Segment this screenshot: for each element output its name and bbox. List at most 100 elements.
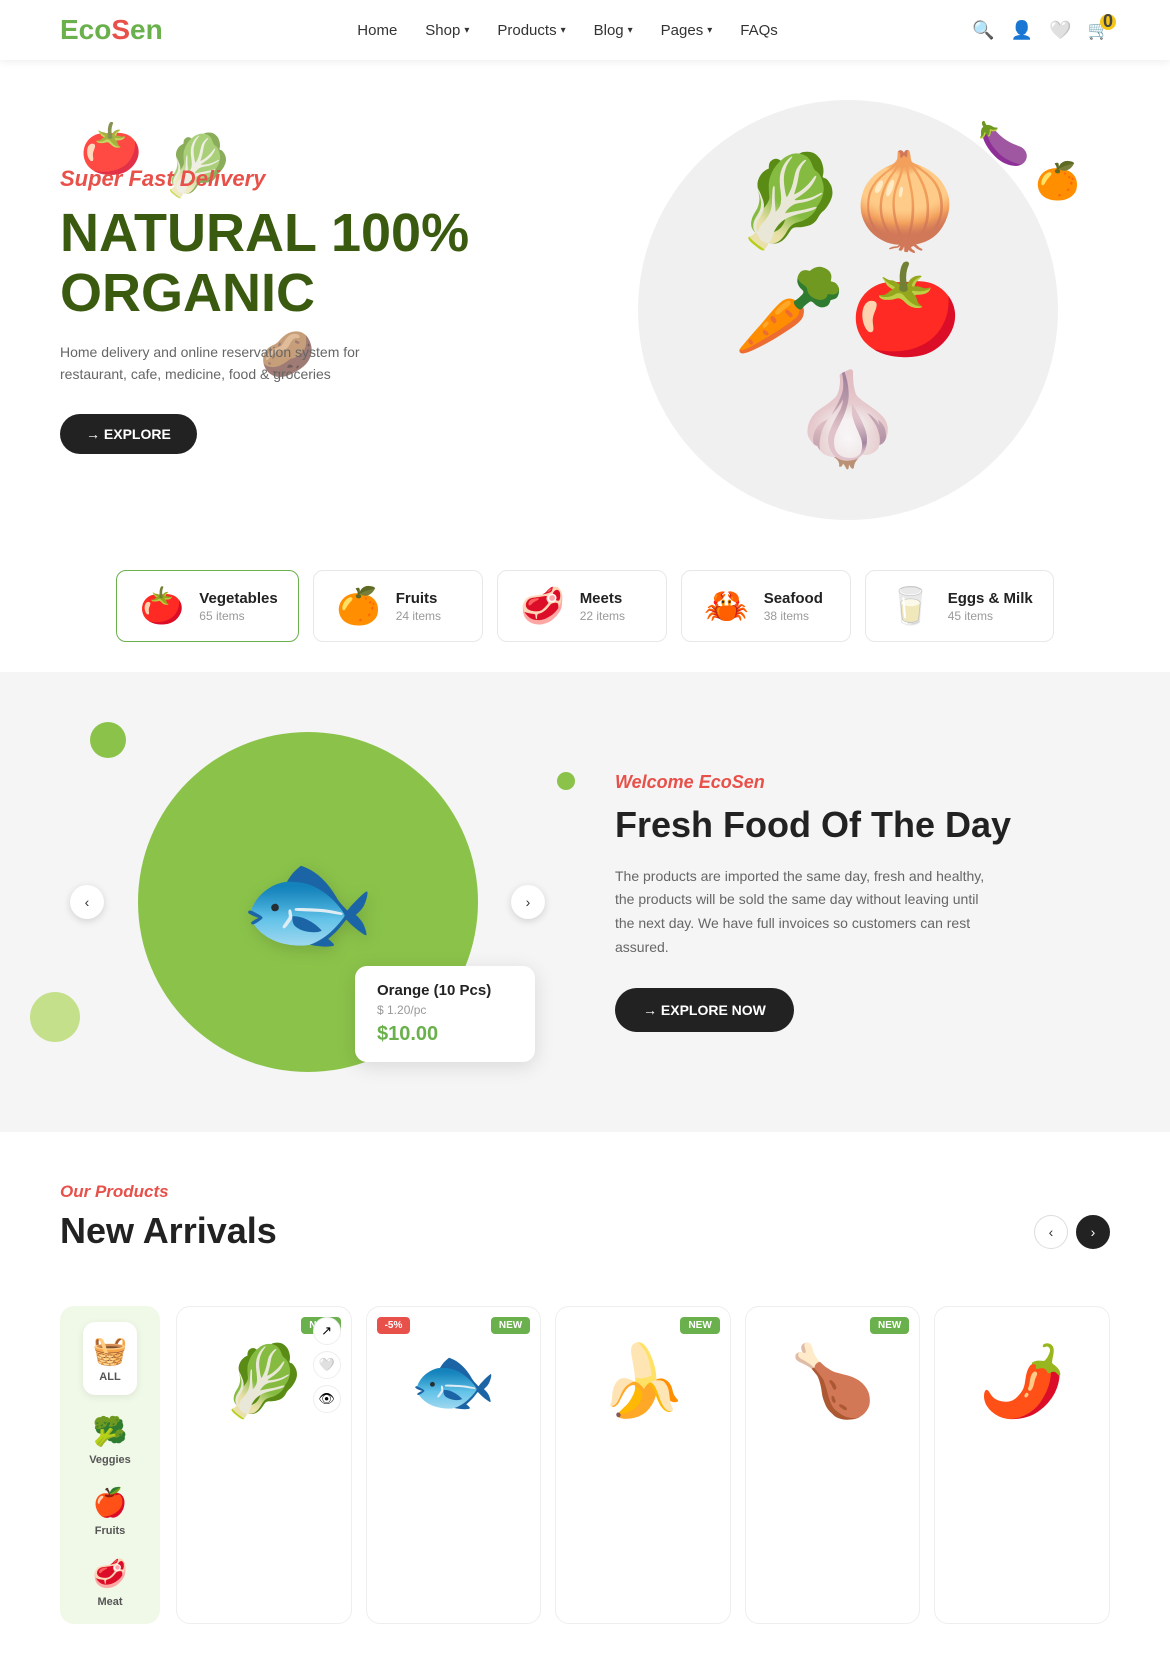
explore-now-button[interactable]: → EXPLORE NOW [615, 988, 794, 1032]
bokchoy-view-button[interactable]: 👁 [313, 1385, 341, 1413]
filter-fruits[interactable]: 🍎 Fruits [93, 1486, 128, 1537]
eggs-milk-info: Eggs & Milk 45 items [948, 590, 1033, 623]
sidebar-filter: 🧺 ALL 🥦 Veggies 🍎 Fruits 🥩 Meat [60, 1306, 160, 1624]
filter-veggies-icon: 🥦 [93, 1415, 128, 1448]
salmon-sale-badge: -5% [377, 1317, 411, 1334]
hero-section: Super Fast Delivery NATURAL 100% ORGANIC… [0, 60, 1170, 540]
nav-pages[interactable]: Pages ▾ [661, 22, 713, 39]
fresh-fish-icon: 🐟 [239, 838, 376, 967]
arrivals-title-group: Our Products New Arrivals [60, 1182, 277, 1282]
fruits-info: Fruits 24 items [396, 590, 441, 623]
product-card-salmon: -5% NEW 🐟 [366, 1306, 542, 1624]
vegetables-name: Vegetables [199, 590, 277, 607]
logo-sen-text: S [111, 14, 130, 45]
hero-description: Home delivery and online reservation sys… [60, 341, 380, 386]
fresh-tag: Welcome EcoSen [615, 772, 1110, 793]
product-card-bananas: NEW 🍌 [555, 1306, 731, 1624]
veg-carrot-icon: 🥕 [733, 258, 845, 363]
shop-chevron: ▾ [464, 25, 469, 36]
salmon-icon: 🐟 [410, 1341, 497, 1423]
arrivals-nav: ‹ › [1034, 1215, 1110, 1249]
fruits-count: 24 items [396, 609, 441, 623]
bokchoy-actions: ↗ 🤍 👁 [313, 1317, 341, 1413]
meets-name: Meets [580, 590, 625, 607]
nav-faqs[interactable]: FAQs [740, 22, 778, 39]
fresh-product-name: Orange (10 Pcs) [377, 982, 513, 999]
filter-fruits-icon: 🍎 [93, 1486, 128, 1519]
eggs-milk-icon: 🥛 [886, 585, 936, 627]
vegetables-icon: 🍅 [137, 585, 187, 627]
bananas-new-badge: NEW [680, 1317, 719, 1334]
seafood-icon: 🦀 [702, 585, 752, 627]
meets-icon: 🥩 [518, 585, 568, 627]
filter-meat-label: Meat [97, 1596, 122, 1608]
pages-chevron: ▾ [707, 25, 712, 36]
vegetables-info: Vegetables 65 items [199, 590, 277, 623]
arrivals-title: New Arrivals [60, 1210, 277, 1252]
fresh-food-section: 🐟 Orange (10 Pcs) $ 1.20/pc $10.00 ‹ › W… [0, 672, 1170, 1132]
veg-onion-icon: 🧅 [850, 149, 962, 254]
navbar: EcoSen Home Shop ▾ Products ▾ Blog ▾ Pag… [0, 0, 1170, 60]
fresh-product-price: $10.00 [377, 1023, 513, 1046]
filter-all-item[interactable]: 🧺 ALL [83, 1322, 138, 1395]
fresh-dot-1 [90, 722, 126, 758]
cart-icon-wrapper[interactable]: 🛒0 [1088, 20, 1110, 41]
fresh-product-unit: $ 1.20/pc [377, 1003, 513, 1017]
seafood-count: 38 items [764, 609, 823, 623]
hero-veggie-display: 🥬 🧅 🥕 🍅 🧄 [688, 129, 1008, 492]
fresh-dot-3 [30, 992, 80, 1042]
chicken-new-badge: NEW [870, 1317, 909, 1334]
nav-links: Home Shop ▾ Products ▾ Blog ▾ Pages ▾ FA… [357, 22, 777, 39]
hero-title: NATURAL 100% ORGANIC [60, 204, 585, 323]
arrivals-header: Our Products New Arrivals ‹ › [60, 1182, 1110, 1282]
eggs-milk-count: 45 items [948, 609, 1033, 623]
nav-icons: 🔍 👤 🤍 🛒0 [972, 20, 1110, 41]
explore-button[interactable]: → EXPLORE [60, 414, 197, 454]
veg-tomato-icon: 🍅 [850, 258, 962, 363]
salmon-new-badge: NEW [491, 1317, 530, 1334]
logo[interactable]: EcoSen [60, 14, 163, 46]
wishlist-icon[interactable]: 🤍 [1049, 20, 1071, 41]
hero-float-purple-veg: 🍆 [978, 120, 1030, 169]
logo-en-text: en [130, 14, 163, 45]
hero-right: 🥬 🧅 🥕 🍅 🧄 🍆 🍊 [585, 100, 1110, 520]
filter-meat-icon: 🥩 [93, 1557, 128, 1590]
filter-veggies[interactable]: 🥦 Veggies [89, 1415, 131, 1466]
veg-beet-icon: 🥬 [733, 149, 845, 254]
product-cards-container: NEW ↗ 🤍 👁 🥬 -5% NEW 🐟 NEW 🍌 [176, 1306, 1110, 1624]
nav-blog[interactable]: Blog ▾ [594, 22, 633, 39]
user-icon[interactable]: 👤 [1011, 20, 1033, 41]
meets-count: 22 items [580, 609, 625, 623]
arrivals-next-button[interactable]: › [1076, 1215, 1110, 1249]
hero-tag: Super Fast Delivery [60, 166, 585, 192]
slider-prev-button[interactable]: ‹ [70, 885, 104, 919]
category-fruits[interactable]: 🍊 Fruits 24 items [313, 570, 483, 642]
arrivals-prev-button[interactable]: ‹ [1034, 1215, 1068, 1249]
filter-meat[interactable]: 🥩 Meat [93, 1557, 128, 1608]
seafood-info: Seafood 38 items [764, 590, 823, 623]
fresh-product-card: Orange (10 Pcs) $ 1.20/pc $10.00 [355, 966, 535, 1062]
hero-left: Super Fast Delivery NATURAL 100% ORGANIC… [60, 166, 585, 454]
nav-shop[interactable]: Shop ▾ [425, 22, 469, 39]
nav-home[interactable]: Home [357, 22, 397, 39]
bokchoy-wishlist-button[interactable]: 🤍 [313, 1351, 341, 1379]
category-vegetables[interactable]: 🍅 Vegetables 65 items [116, 570, 298, 642]
category-eggs-milk[interactable]: 🥛 Eggs & Milk 45 items [865, 570, 1054, 642]
seafood-name: Seafood [764, 590, 823, 607]
blog-chevron: ▾ [628, 25, 633, 36]
chili-icon: 🌶️ [979, 1341, 1066, 1423]
slider-next-button[interactable]: › [511, 885, 545, 919]
nav-products[interactable]: Products ▾ [497, 22, 565, 39]
arrivals-tag: Our Products [60, 1182, 277, 1202]
category-meets[interactable]: 🥩 Meets 22 items [497, 570, 667, 642]
bokchoy-icon: 🥬 [220, 1341, 307, 1423]
new-arrivals-section: Our Products New Arrivals ‹ › 🧺 ALL 🥦 Ve… [0, 1132, 1170, 1674]
veg-garlic-icon: 🧄 [791, 367, 903, 472]
filter-all-label: ALL [99, 1371, 120, 1383]
bokchoy-share-button[interactable]: ↗ [313, 1317, 341, 1345]
category-seafood[interactable]: 🦀 Seafood 38 items [681, 570, 851, 642]
fresh-title: Fresh Food Of The Day [615, 803, 1110, 846]
filter-veggies-label: Veggies [89, 1454, 131, 1466]
search-icon[interactable]: 🔍 [972, 20, 994, 41]
hero-float-orange: 🍊 [1035, 160, 1080, 202]
